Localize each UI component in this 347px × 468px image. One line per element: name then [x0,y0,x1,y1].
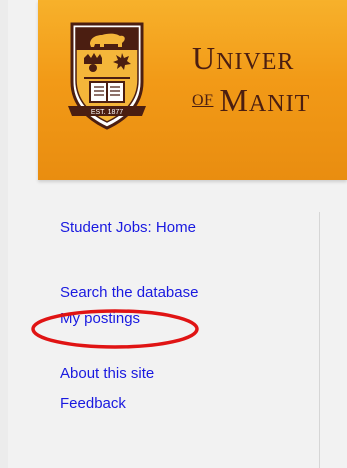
wordmark-line-2: OF MANIT [192,82,310,122]
university-wordmark: UNIVER OF MANIT [192,40,310,122]
header-banner: EST. 1877 UNIVER OF MANIT [38,0,347,180]
crest-banner-text: EST. 1877 [91,109,123,116]
university-crest-icon: EST. 1877 [68,22,146,130]
sidebar-item-about[interactable]: About this site [60,364,300,384]
wordmark-line-1-text: UNIVER [192,40,295,76]
wordmark-of: OF [192,92,214,109]
wordmark-line-2-text: MANIT [219,82,311,118]
left-margin [0,0,8,468]
wordmark-line-1: UNIVER [192,40,310,80]
sidebar-item-student-jobs-home[interactable]: Student Jobs: Home [60,218,300,238]
sidebar-item-search-database[interactable]: Search the database [60,283,300,303]
sidebar-item-feedback[interactable]: Feedback [60,394,300,414]
highlight-circle [31,309,199,349]
page: EST. 1877 UNIVER OF MANIT Student Jobs: H… [0,0,347,468]
content-divider [319,212,320,468]
